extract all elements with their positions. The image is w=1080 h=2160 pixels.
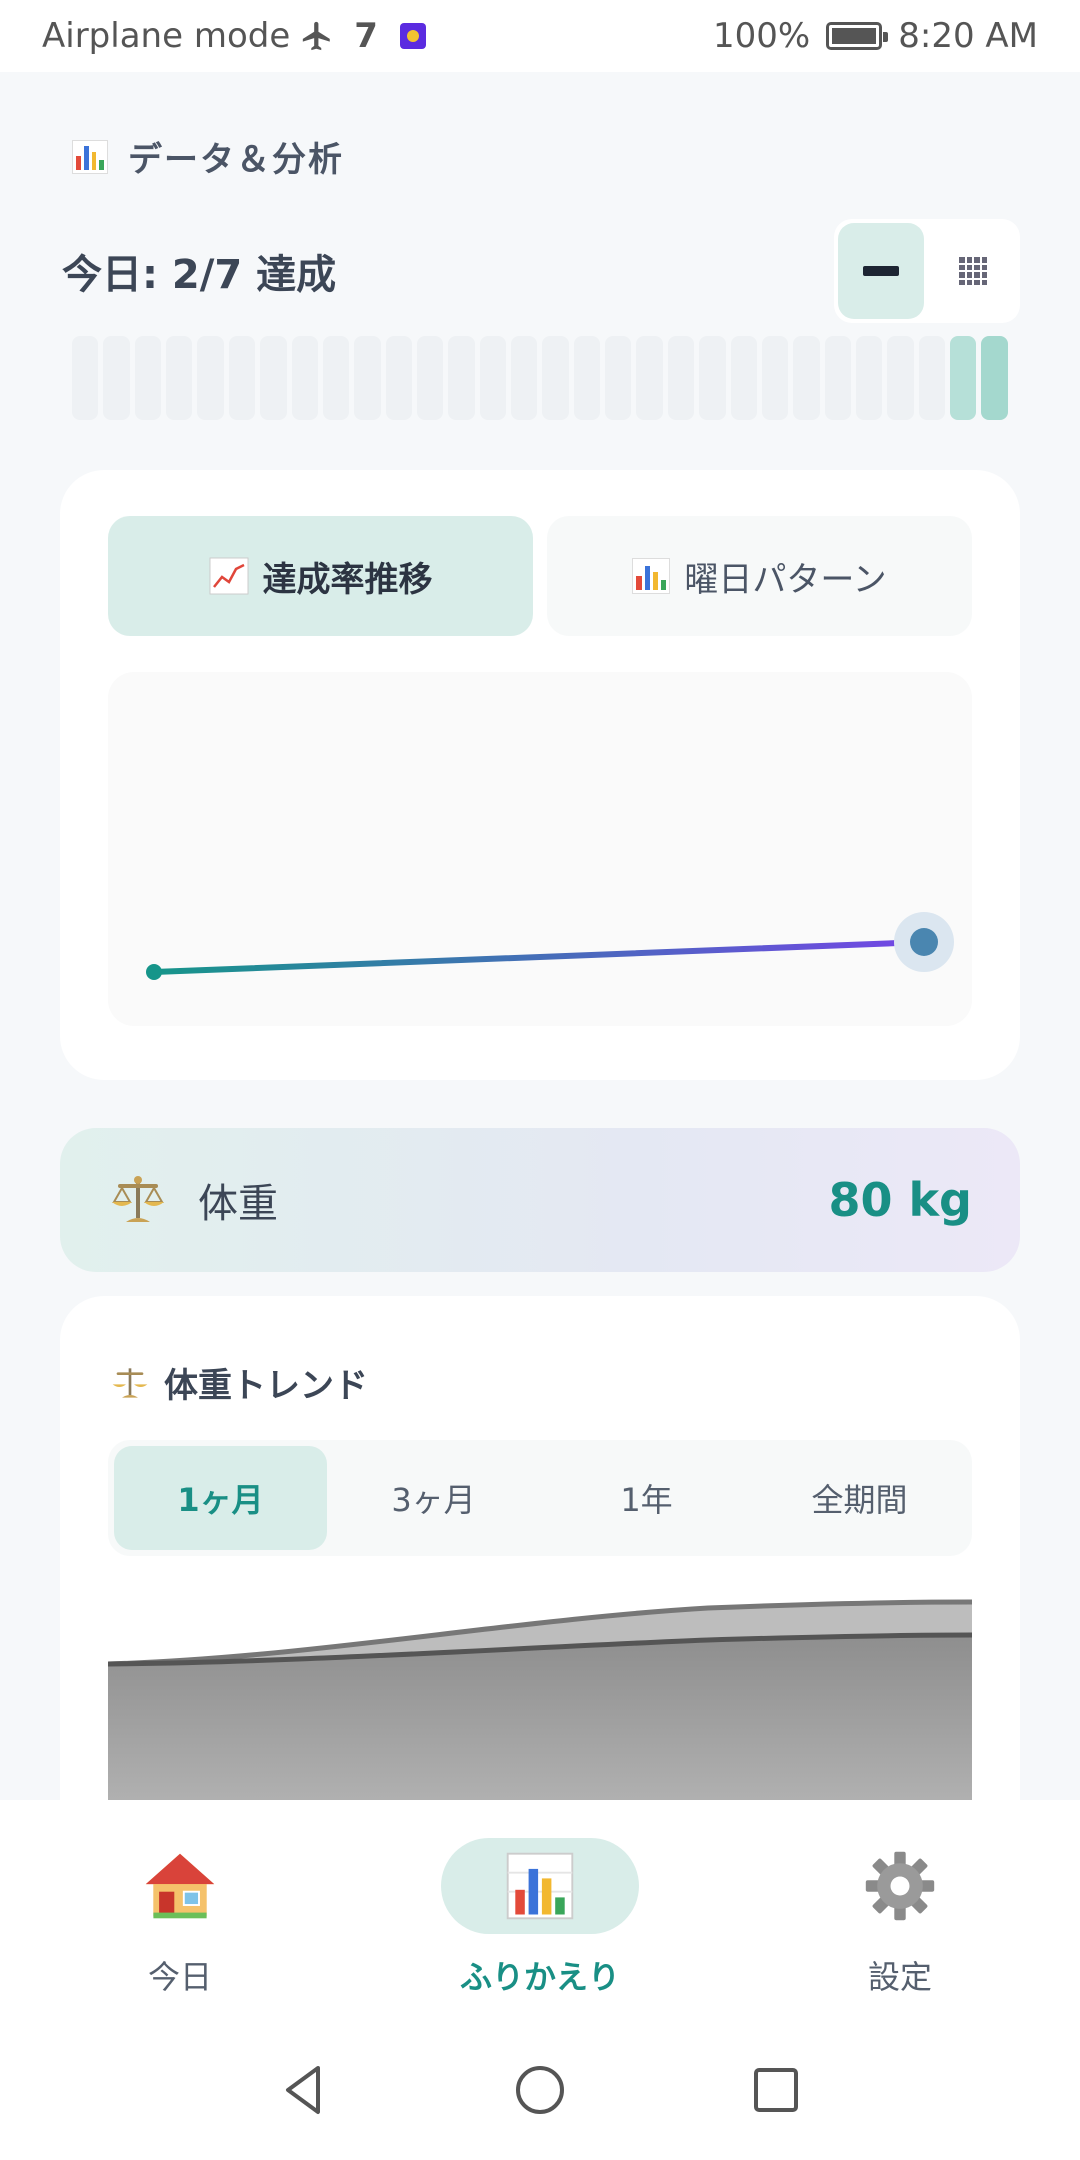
tab-achievement-trend[interactable]: 達成率推移	[108, 516, 533, 636]
tab-weekday-pattern[interactable]: 曜日パターン	[547, 516, 972, 636]
progress-segment	[918, 336, 946, 420]
weight-trend-title-text: 体重トレンド	[164, 1366, 368, 1406]
range-tab-all-time[interactable]: 全期間	[753, 1446, 966, 1550]
bar-chart-icon	[72, 139, 108, 174]
progress-segment	[761, 336, 789, 420]
recents-icon[interactable]	[748, 2062, 804, 2118]
nav-label: 設定	[867, 1958, 932, 1996]
weight-label: 体重	[198, 1181, 278, 1227]
page-title: データ＆分析	[72, 132, 344, 181]
back-icon[interactable]	[276, 2062, 332, 2118]
nav-item-today[interactable]: 今日	[0, 1800, 360, 2020]
trend-data-point[interactable]	[910, 928, 938, 956]
system-nav-bar	[0, 2020, 1080, 2160]
today-row: 今日: 2/7 達成	[62, 218, 1020, 324]
bar-view-icon	[863, 266, 899, 276]
nav-icon-wrap	[441, 1838, 639, 1934]
nav-label: 今日	[147, 1958, 212, 1996]
progress-segment	[322, 336, 350, 420]
battery-icon	[826, 22, 889, 50]
airplane-mode-label: Airplane mode	[42, 16, 291, 56]
progress-segment	[134, 336, 162, 420]
progress-segment	[197, 336, 224, 420]
nav-icon-wrap	[81, 1838, 279, 1934]
progress-segment-filled	[981, 336, 1008, 420]
progress-segment	[855, 336, 883, 420]
chart-tabs: 達成率推移 曜日パターン	[108, 516, 972, 636]
progress-strip	[72, 336, 1008, 420]
status-left: Airplane mode 7	[42, 16, 426, 56]
tab-label: 曜日パターン	[684, 559, 887, 600]
progress-segment	[667, 336, 695, 420]
progress-segment	[699, 336, 726, 420]
progress-segment	[542, 336, 569, 420]
progress-segment	[228, 336, 256, 420]
weight-trend-title: 体重トレンド	[110, 1358, 368, 1407]
progress-segment	[605, 336, 632, 420]
trend-data-point[interactable]	[146, 964, 162, 980]
clock: 8:20 AM	[898, 16, 1038, 56]
battery-percent: 100%	[713, 16, 811, 56]
progress-segment	[354, 336, 381, 420]
grid-view-icon	[959, 257, 987, 285]
progress-segment	[511, 336, 538, 420]
progress-segment	[72, 336, 99, 420]
progress-segment	[636, 336, 663, 420]
weight-value: 80 kg	[828, 1173, 972, 1227]
progress-segment	[448, 336, 475, 420]
trend-card: 達成率推移 曜日パターン	[60, 470, 1020, 1080]
progress-segment	[887, 336, 914, 420]
grid-view-button[interactable]	[930, 223, 1016, 319]
weight-left: 体重	[108, 1170, 278, 1230]
balance-scale-icon	[112, 1176, 164, 1222]
range-tab-1-month[interactable]: 1ヶ月	[114, 1446, 327, 1550]
trend-line-chart	[146, 912, 954, 980]
bar-chart-icon	[632, 558, 671, 594]
balance-scale-icon	[112, 1367, 148, 1398]
progress-segment	[793, 336, 820, 420]
progress-segment	[166, 336, 193, 420]
home-circle-icon[interactable]	[512, 2062, 568, 2118]
progress-segment	[479, 336, 507, 420]
nav-item-review[interactable]: ふりかえり	[360, 1800, 720, 2020]
progress-segment	[103, 336, 130, 420]
house-icon	[145, 1853, 215, 1919]
bar-chart-icon	[506, 1852, 574, 1920]
progress-segment	[260, 336, 287, 420]
page-title-text: データ＆分析	[128, 140, 344, 180]
airplane-icon	[303, 21, 330, 51]
trend-series-line	[151, 939, 927, 975]
notification-count: 7	[354, 16, 378, 56]
nav-item-settings[interactable]: 設定	[720, 1800, 1080, 2020]
range-tab-3-months[interactable]: 3ヶ月	[327, 1446, 540, 1550]
tab-label: 達成率推移	[262, 559, 433, 600]
progress-segment	[291, 336, 318, 420]
view-toggle	[834, 219, 1020, 323]
progress-segment	[573, 336, 601, 420]
nav-label: ふりかえり	[459, 1958, 620, 1996]
today-summary: 今日: 2/7 達成	[62, 252, 337, 298]
progress-segment	[416, 336, 444, 420]
strip-view-button[interactable]	[838, 223, 924, 319]
gear-icon	[865, 1851, 935, 1921]
weight-summary[interactable]: 体重 80 kg	[60, 1128, 1020, 1272]
progress-segment	[730, 336, 757, 420]
nav-icon-wrap	[801, 1838, 999, 1934]
status-right: 100% 8:20 AM	[713, 16, 1038, 56]
range-tabs: 1ヶ月 3ヶ月 1年 全期間	[108, 1440, 972, 1556]
range-tab-1-year[interactable]: 1年	[540, 1446, 753, 1550]
status-bar: Airplane mode 7 100% 8:20 AM	[0, 0, 1080, 72]
progress-segment	[824, 336, 851, 420]
bottom-nav: 今日 ふりかえり 設定	[0, 1800, 1080, 2020]
line-chart-icon	[209, 557, 248, 595]
trend-plot-area	[108, 672, 972, 1026]
app-notification-icon	[399, 23, 426, 49]
progress-segment-filled	[950, 336, 977, 420]
progress-segment	[385, 336, 412, 420]
